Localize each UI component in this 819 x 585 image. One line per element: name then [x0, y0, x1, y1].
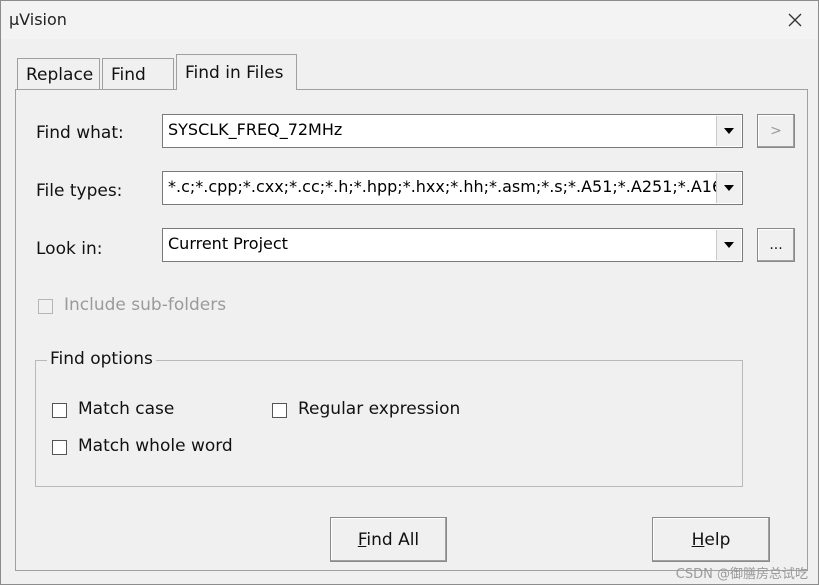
look-in-label: Look in:: [36, 239, 103, 259]
match-whole-word-label: Match whole word: [78, 436, 233, 456]
include-subfolders-checkbox[interactable]: [38, 299, 53, 314]
button-label: >: [770, 123, 782, 139]
help-button[interactable]: Help: [652, 517, 770, 562]
button-label: ...: [769, 237, 783, 253]
match-case-label: Match case: [78, 399, 175, 419]
dropdown-arrow[interactable]: [716, 230, 741, 260]
look-in-value: Current Project: [168, 234, 288, 253]
find-what-label: Find what:: [36, 123, 124, 143]
dropdown-arrow[interactable]: [716, 116, 741, 146]
regular-expression-label: Regular expression: [298, 399, 461, 419]
match-whole-word-checkbox[interactable]: [52, 440, 67, 455]
find-all-button[interactable]: Find All: [330, 517, 447, 562]
file-types-label: File types:: [36, 181, 123, 201]
look-in-combobox[interactable]: Current Project: [162, 228, 743, 262]
find-what-history-button[interactable]: >: [757, 114, 795, 148]
include-subfolders-label: Include sub-folders: [64, 295, 227, 315]
file-types-value: *.c;*.cpp;*.cxx;*.cc;*.h;*.hpp;*.hxx;*.h…: [168, 177, 716, 196]
regular-expression-checkbox[interactable]: [272, 403, 287, 418]
chevron-down-icon: [724, 128, 734, 134]
button-label-rest: ind All: [366, 529, 420, 550]
button-label: Find All: [358, 530, 419, 550]
dropdown-arrow[interactable]: [716, 173, 741, 203]
access-key: H: [691, 529, 705, 550]
watermark: CSDN @御膳房总试吃: [675, 567, 808, 582]
find-what-combobox[interactable]: SYSCLK_FREQ_72MHz: [162, 114, 743, 148]
panel-content: Find what: SYSCLK_FREQ_72MHz > File type…: [1, 1, 818, 584]
chevron-down-icon: [724, 185, 734, 191]
find-options-group: [35, 360, 743, 487]
chevron-down-icon: [724, 242, 734, 248]
match-case-checkbox[interactable]: [52, 403, 67, 418]
file-types-combobox[interactable]: *.c;*.cpp;*.cxx;*.cc;*.h;*.hpp;*.hxx;*.h…: [162, 171, 743, 205]
browse-folder-button[interactable]: ...: [757, 228, 795, 262]
button-label-rest: elp: [704, 529, 731, 550]
button-label: Help: [692, 530, 731, 550]
find-options-legend: Find options: [47, 349, 156, 369]
find-what-value: SYSCLK_FREQ_72MHz: [168, 120, 343, 139]
find-in-files-dialog: µVision Replace Find Find in Files Find …: [0, 0, 819, 585]
